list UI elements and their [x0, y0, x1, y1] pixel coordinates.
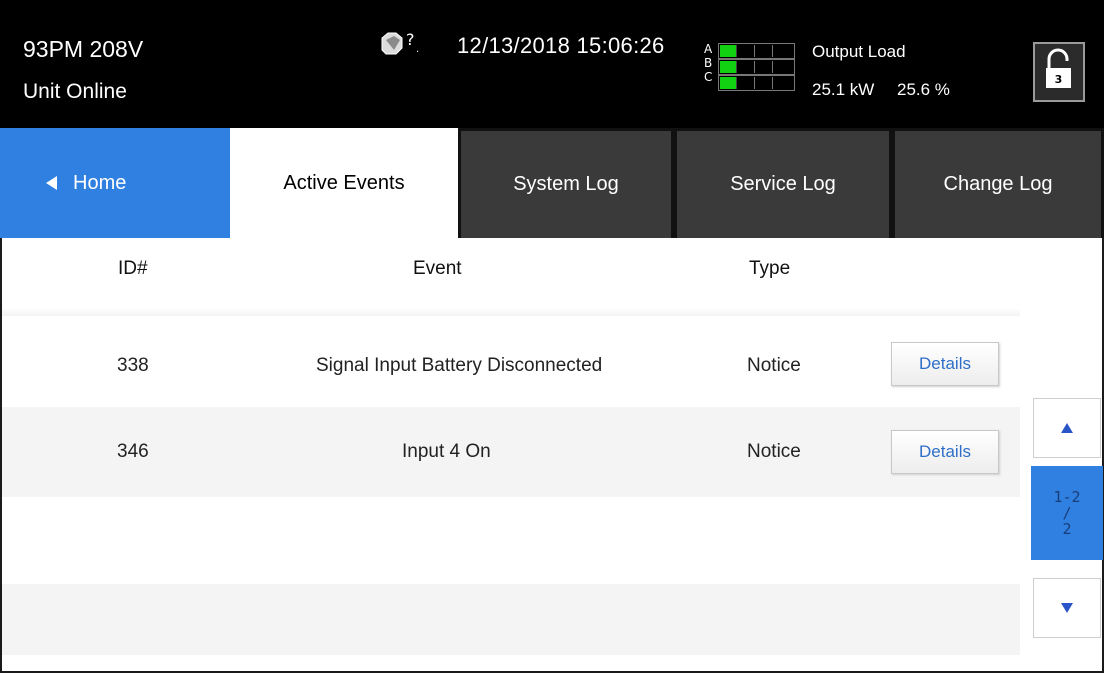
- load-segment: [756, 45, 773, 57]
- load-segment: [756, 77, 773, 89]
- load-segment: [738, 45, 755, 57]
- datetime: 12/13/2018 15:06:26: [457, 33, 665, 58]
- row-id: 346: [117, 441, 149, 462]
- tab-system-log[interactable]: System Log: [458, 128, 674, 238]
- page-up-button[interactable]: [1033, 398, 1101, 458]
- lock-button[interactable]: 3: [1033, 42, 1085, 102]
- up-arrow-icon: [1061, 423, 1073, 433]
- row-event: Signal Input Battery Disconnected: [316, 355, 603, 376]
- column-header-event: Event: [413, 258, 462, 279]
- row-id: 338: [117, 355, 149, 376]
- status-header: 93PM 208V Unit Online ? . 12/13/2018 15:…: [0, 0, 1104, 128]
- tab-service-log[interactable]: Service Log: [674, 128, 892, 238]
- load-segment: [720, 77, 737, 89]
- load-segment: [738, 77, 755, 89]
- tab-active-events-label: Active Events: [283, 171, 405, 194]
- tab-home[interactable]: Home: [0, 128, 230, 238]
- table-row-band: [2, 407, 1020, 497]
- svg-text:?: ?: [406, 30, 415, 49]
- page-indicator-slash: /: [1062, 504, 1072, 522]
- load-segment: [720, 61, 737, 73]
- load-segment: [738, 61, 755, 73]
- phase-b-load-bar: [718, 59, 795, 75]
- phase-label-b: B: [704, 56, 713, 70]
- table-row-band: [2, 584, 1020, 655]
- security-level: 3: [1055, 73, 1063, 86]
- output-load-title: Output Load: [812, 42, 906, 61]
- load-segment: [774, 61, 791, 73]
- tab-service-log-label: Service Log: [730, 173, 836, 195]
- phase-label-a: A: [704, 42, 713, 56]
- phase-c-load-bar: [718, 75, 795, 91]
- output-load-percent: 25.6 %: [897, 80, 950, 99]
- output-load-kw: 25.1 kW: [812, 80, 875, 99]
- page-down-button[interactable]: [1033, 578, 1101, 638]
- load-segment: [774, 45, 791, 57]
- tab-change-log-label: Change Log: [943, 173, 1053, 195]
- page-indicator-total: 2: [1062, 520, 1072, 538]
- load-segment: [774, 77, 791, 89]
- phase-label-c: C: [704, 70, 713, 84]
- down-arrow-icon: [1061, 603, 1073, 613]
- row-event: Input 4 On: [402, 441, 491, 462]
- details-button[interactable]: Details: [891, 342, 999, 386]
- load-segment: [720, 45, 737, 57]
- row-type: Notice: [747, 441, 801, 462]
- svg-text:.: .: [416, 44, 419, 55]
- column-header-type: Type: [749, 258, 791, 279]
- column-header-id: ID#: [118, 258, 148, 279]
- tab-change-log[interactable]: Change Log: [892, 128, 1104, 238]
- unit-model: 93PM 208V: [23, 36, 144, 62]
- tab-active-events[interactable]: Active Events: [230, 128, 458, 238]
- tab-home-label: Home: [73, 171, 127, 194]
- phase-a-load-bar: [718, 43, 795, 59]
- load-segment: [756, 61, 773, 73]
- row-separator: [2, 308, 1020, 316]
- unit-status: Unit Online: [23, 80, 127, 103]
- tab-system-log-label: System Log: [513, 173, 619, 195]
- page-indicator: 1-2 / 2: [1031, 466, 1103, 560]
- help-question-icon[interactable]: ? .: [380, 30, 422, 58]
- row-type: Notice: [747, 355, 801, 376]
- unlocked-padlock-icon: 3: [1046, 48, 1071, 88]
- details-button[interactable]: Details: [891, 430, 999, 474]
- page-indicator-range: 1-2: [1053, 488, 1081, 506]
- back-triangle-icon: [46, 176, 57, 190]
